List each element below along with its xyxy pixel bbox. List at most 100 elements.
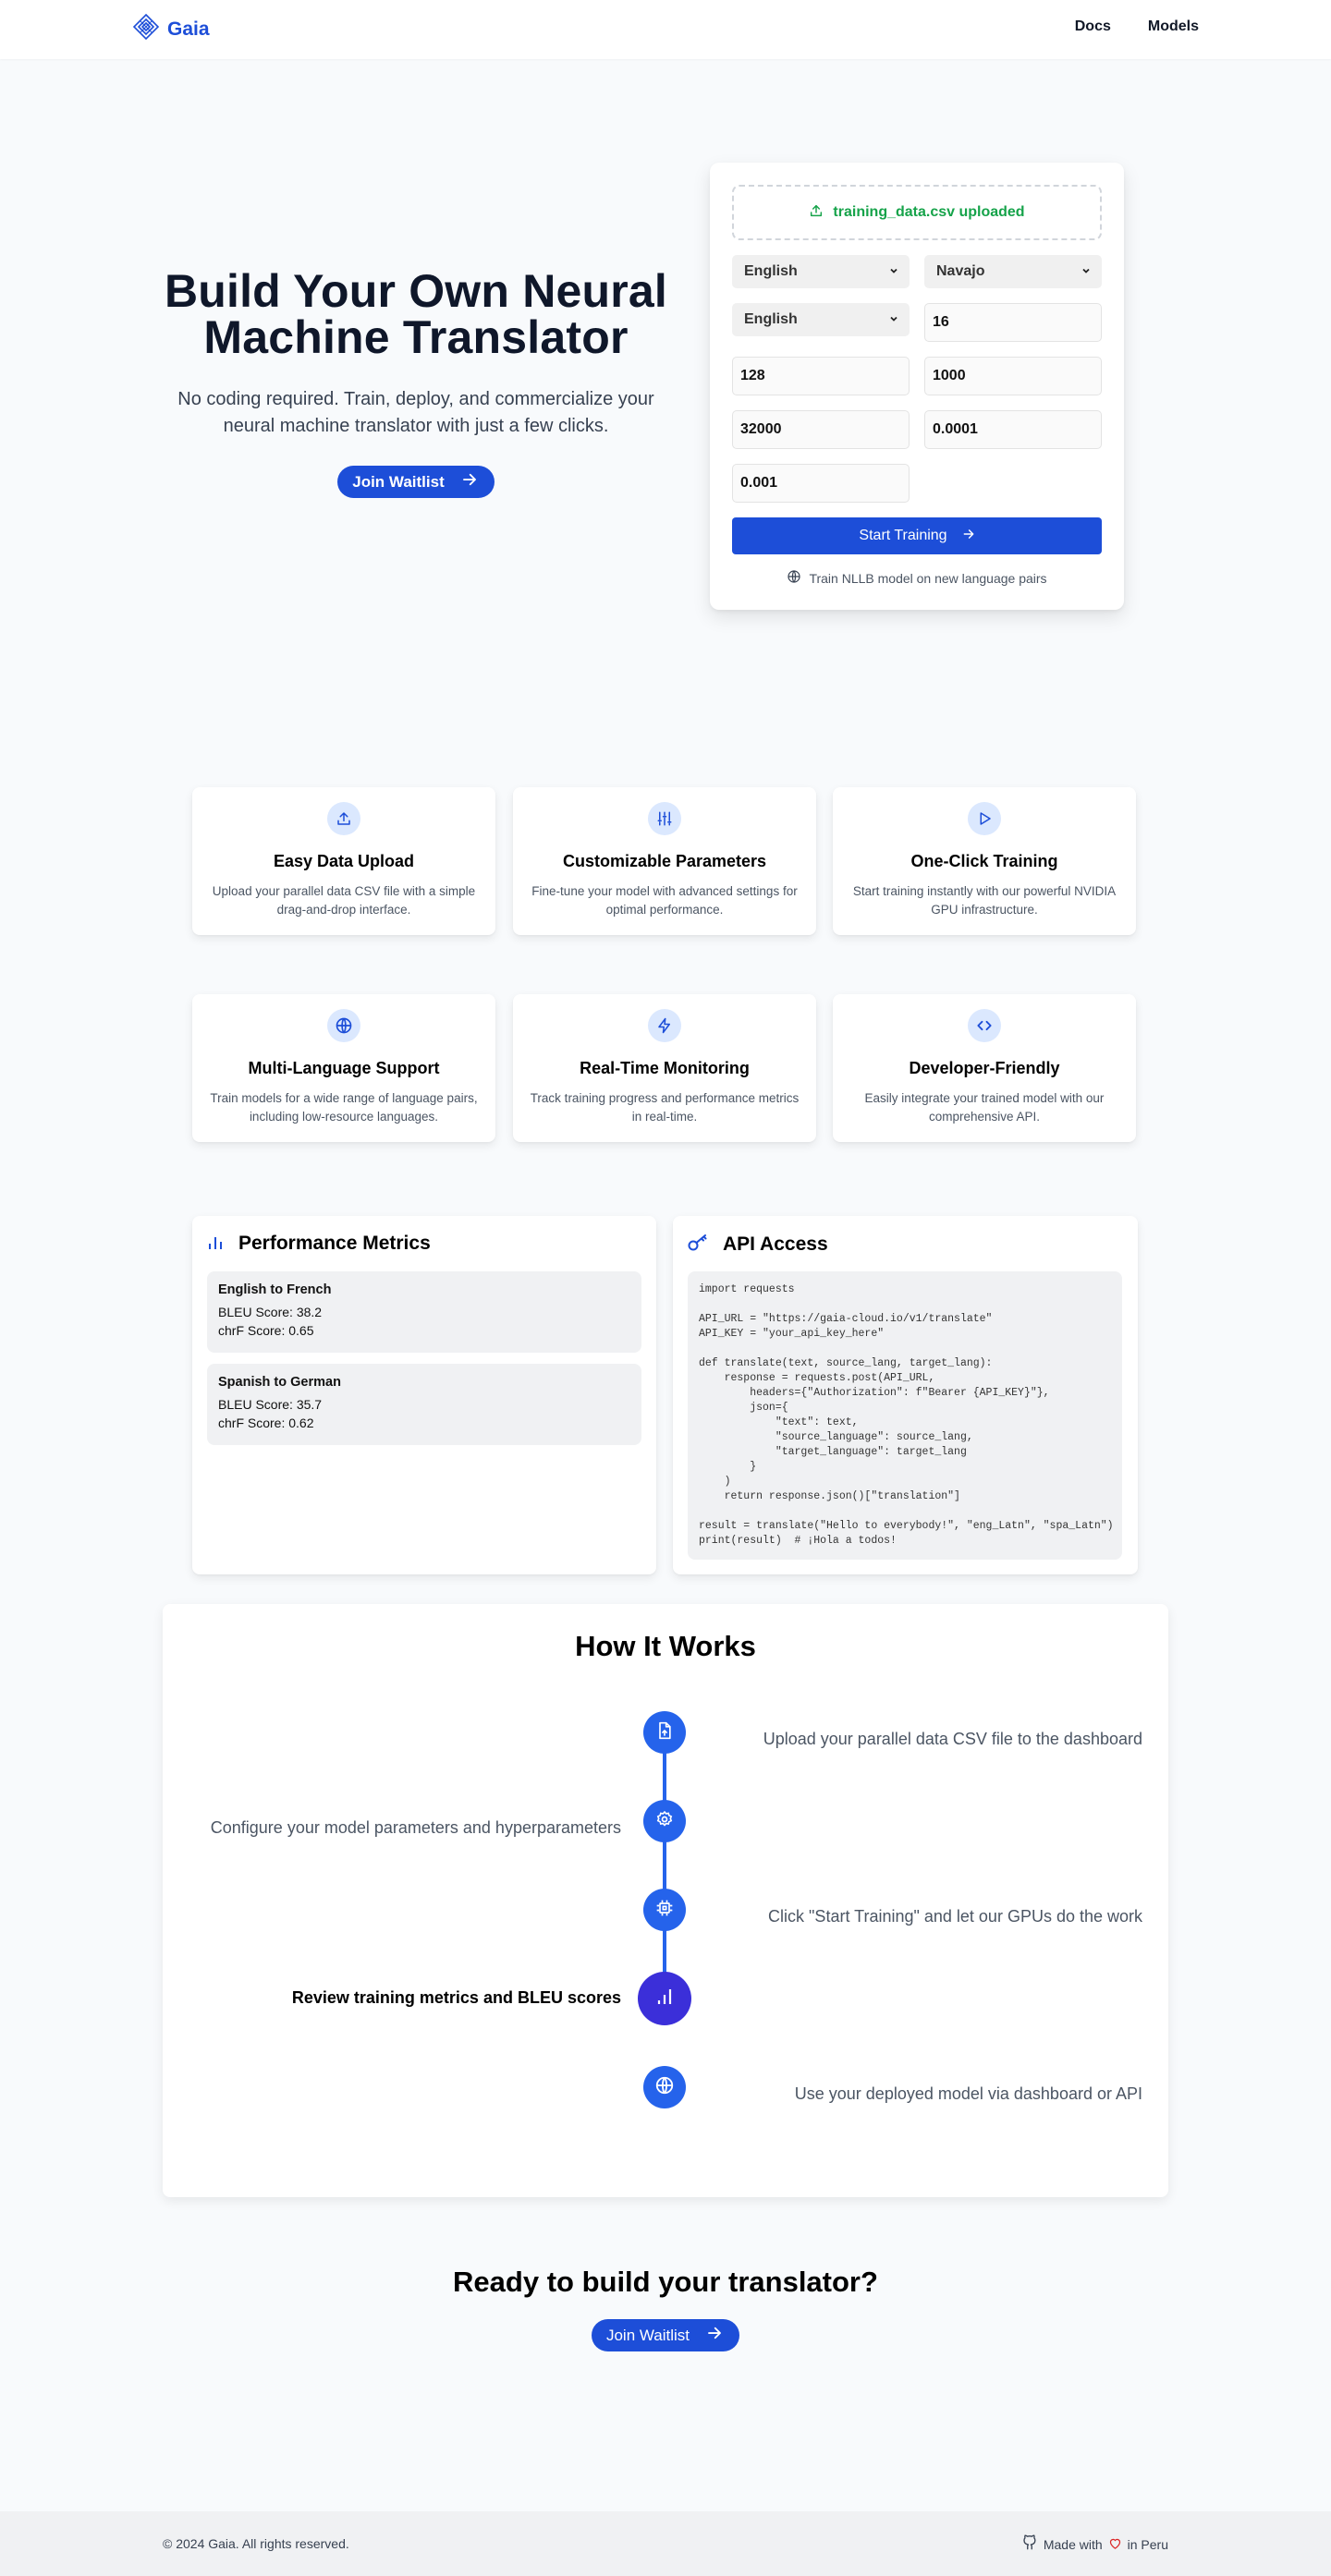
step-2-text: Configure your model parameters and hype… [210,1818,621,1837]
csv-dropzone[interactable]: training_data.csv uploaded [732,185,1102,240]
base-language-value: English [744,311,798,327]
api-code: import requests API_URL = "https://gaia-… [699,1283,1114,1547]
step-5-circle [643,2066,686,2108]
how-it-works-title: How It Works [575,1630,756,1662]
hero-subtitle: No coding required. Train, deploy, and c… [177,389,654,436]
feature-card: Real-Time Monitoring Track training prog… [513,994,816,1142]
upload-icon [327,802,360,835]
feature-title: One-Click Training [910,852,1058,870]
file-upload-icon [655,1721,674,1744]
nav-link-models[interactable]: Models [1148,18,1199,35]
feature-card: Easy Data Upload Upload your parallel da… [192,787,495,935]
step-3-text: Click "Start Training" and let our GPUs … [768,1907,1142,1926]
feature-title: Easy Data Upload [273,852,415,870]
chrf-score: chrF Score: 0.65 [218,1323,314,1338]
diamond-logo-icon [132,13,160,45]
target-language-value: Navajo [936,263,985,279]
feature-title: Multi-Language Support [248,1059,440,1077]
globe-icon [787,569,801,587]
form-note: Train NLLB model on new language pairs [710,569,1124,587]
learning-rate-input[interactable] [924,410,1102,449]
batch-size-input[interactable] [924,303,1102,342]
gear-icon [655,1810,674,1833]
join-waitlist-button[interactable]: Join Waitlist [337,466,495,498]
max-length-input[interactable] [732,357,910,395]
weight-decay-input[interactable] [732,464,910,503]
join-waitlist-label: Join Waitlist [352,472,445,491]
copyright: © 2024 Gaia. All rights reserved. [163,2536,349,2551]
nav-links: Docs Models [1075,18,1199,35]
metric-language-pair: English to French [218,1282,332,1297]
code-icon [968,1009,1001,1042]
upload-status: training_data.csv uploaded [833,204,1025,220]
arrow-right-icon [962,528,975,545]
chevron-down-icon [889,311,898,328]
start-training-button[interactable]: Start Training [732,517,1102,554]
step-4-circle [638,1972,691,2025]
cta-join-waitlist-label: Join Waitlist [605,2326,690,2344]
source-language-value: English [744,263,798,279]
target-language-select[interactable]: Navajo [924,255,1102,288]
made-with-prefix: Made with [1043,2536,1103,2552]
metrics-title: Performance Metrics [238,1233,431,1254]
feature-description: Train models for a wide range of languag… [210,1091,478,1124]
chevron-down-icon [1081,263,1091,280]
metric-card: Spanish to German BLEU Score: 35.7 chrF … [207,1364,641,1445]
step-4-text: Review training metrics and BLEU scores [291,1988,621,2007]
made-in-suffix: in Peru [1127,2536,1168,2552]
heart-icon [1108,2536,1122,2553]
start-training-label: Start Training [859,528,947,543]
github-icon[interactable] [1021,2534,1038,2554]
how-it-works-section: How It Works Upload your parallel data C… [163,1604,1168,2197]
key-icon [688,1233,708,1256]
cpu-icon [655,1899,674,1922]
step-3-circle [643,1889,686,1931]
brand-name: Gaia [167,18,210,40]
made-in-peru: Made with in Peru [1021,2534,1168,2554]
api-title: API Access [723,1233,828,1255]
feature-card: Multi-Language Support Train models for … [192,994,495,1142]
vocab-size-input[interactable] [732,410,910,449]
performance-metrics-panel: Performance Metrics English to French BL… [192,1216,656,1574]
arrow-right-icon [461,471,478,492]
metric-language-pair: Spanish to German [218,1375,341,1390]
cta-section: Ready to build your translator? Join Wai… [0,2266,1331,2351]
feature-description: Upload your parallel data CSV file with … [212,884,476,917]
bar-chart-icon [207,1233,224,1255]
arrow-right-icon [706,2325,723,2346]
hero-title: Build Your Own Neural Machine Translator [164,265,668,363]
brand-logo-link[interactable]: Gaia [132,13,210,45]
bleu-score: BLEU Score: 35.7 [218,1397,323,1412]
globe-icon [654,2075,675,2100]
feature-description: Fine-tune your model with advanced setti… [531,884,798,917]
step-1-text: Upload your parallel data CSV file to th… [763,1730,1142,1748]
base-language-select[interactable]: English [732,303,910,336]
nav-link-docs[interactable]: Docs [1075,18,1111,35]
metric-card: English to French BLEU Score: 38.2 chrF … [207,1271,641,1353]
hero-section: Build Your Own Neural Machine Translator… [157,268,675,498]
feature-description: Track training progress and performance … [530,1091,800,1124]
upload-icon [809,203,824,223]
cta-title: Ready to build your translator? [453,2266,878,2298]
feature-card: Customizable Parameters Fine-tune your m… [513,787,816,935]
training-form-card: training_data.csv uploaded English Navaj… [710,163,1124,610]
feature-title: Real-Time Monitoring [580,1059,750,1077]
step-5-text: Use your deployed model via dashboard or… [794,2084,1142,2103]
feature-title: Developer-Friendly [909,1059,1060,1077]
feature-description: Easily integrate your trained model with… [864,1091,1105,1124]
step-2-circle [643,1800,686,1842]
feature-card: Developer-Friendly Easily integrate your… [833,994,1136,1142]
feature-card: One-Click Training Start training instan… [833,787,1136,935]
zap-icon [648,1009,681,1042]
bar-chart-icon [654,1987,675,2011]
steps-input[interactable] [924,357,1102,395]
form-note-text: Train NLLB model on new language pairs [809,570,1047,586]
bleu-score: BLEU Score: 38.2 [218,1305,323,1319]
cta-join-waitlist-button[interactable]: Join Waitlist [591,2319,740,2351]
top-navbar: Gaia Docs Models [0,0,1331,59]
chevron-down-icon [889,263,898,280]
api-code-block[interactable]: import requests API_URL = "https://gaia-… [688,1271,1122,1560]
source-language-select[interactable]: English [732,255,910,288]
api-access-panel: API Access import requests API_URL = "ht… [673,1216,1138,1574]
chrf-score: chrF Score: 0.62 [218,1416,314,1430]
